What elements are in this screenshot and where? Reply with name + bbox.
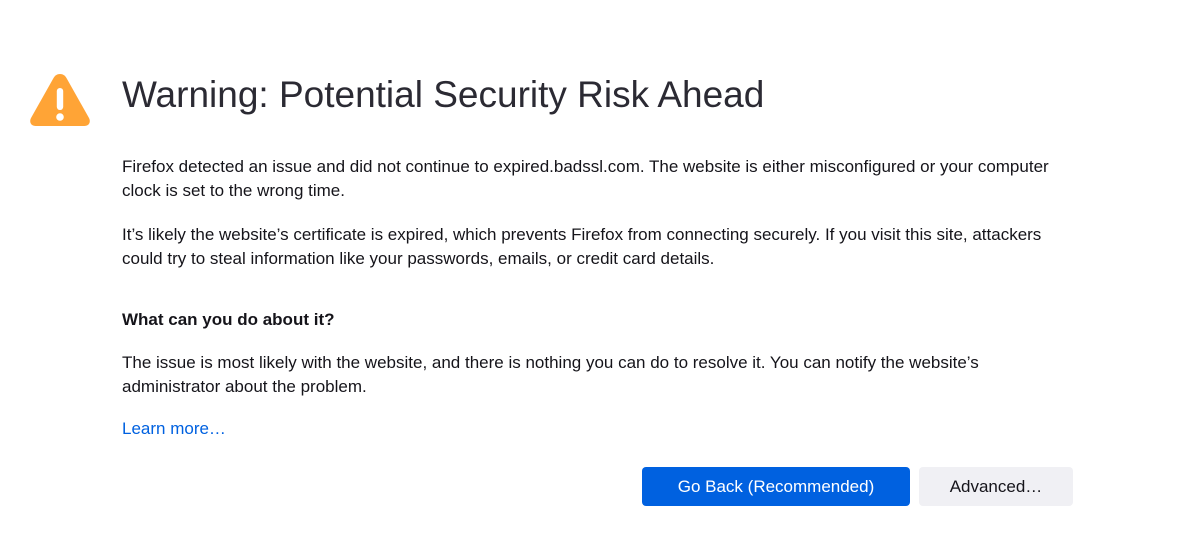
what-can-you-do-text: The issue is most likely with the websit… xyxy=(122,353,979,396)
explanation-text: It’s likely the website’s certificate is… xyxy=(122,225,1042,268)
advanced-button[interactable]: Advanced… xyxy=(919,467,1073,506)
what-can-you-do-heading: What can you do about it? xyxy=(122,310,335,329)
learn-more-link[interactable]: Learn more… xyxy=(122,417,226,441)
go-back-button[interactable]: Go Back (Recommended) xyxy=(642,467,910,506)
page-title: Warning: Potential Security Risk Ahead xyxy=(122,74,765,115)
warning-triangle-icon xyxy=(30,74,90,126)
intro-text: Firefox detected an issue and did not co… xyxy=(122,157,1049,200)
